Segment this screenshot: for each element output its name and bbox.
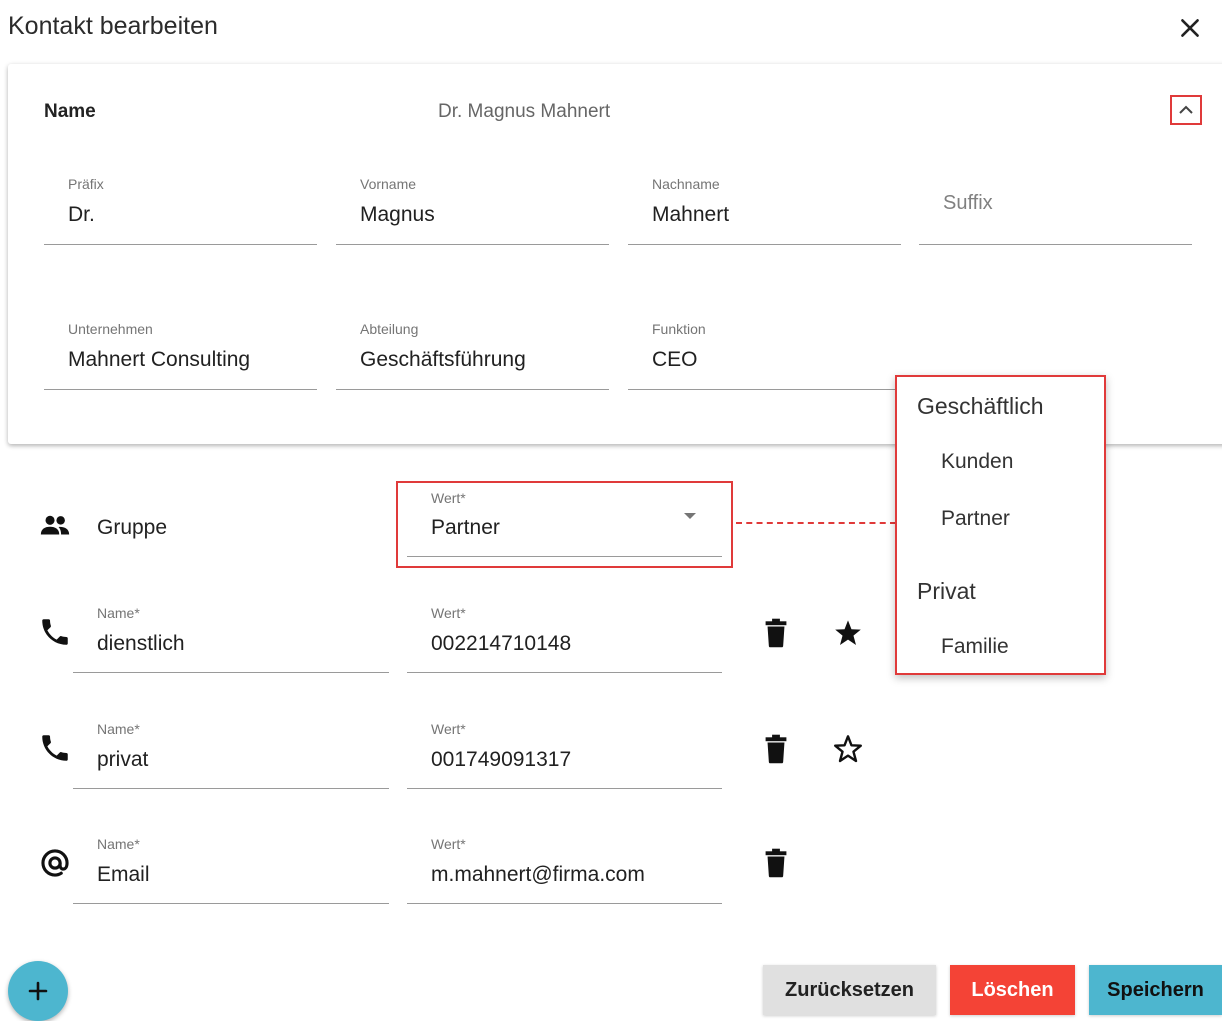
contact-name-value: dienstlich xyxy=(97,632,185,655)
first-name-field[interactable]: Vorname Magnus xyxy=(336,170,609,245)
menu-item-partner[interactable]: Partner xyxy=(941,507,1010,531)
connector-line xyxy=(736,522,896,524)
contact-value-field[interactable]: Wert* 002214710148 xyxy=(407,598,722,673)
close-icon xyxy=(1181,19,1199,37)
star-outline-icon[interactable] xyxy=(832,733,864,765)
phone-icon xyxy=(42,735,68,761)
contact-name-value: Email xyxy=(97,863,150,886)
delete-icon[interactable] xyxy=(763,617,789,649)
company-field[interactable]: Unternehmen Mahnert Consulting xyxy=(44,315,317,390)
menu-group-header: Geschäftlich xyxy=(917,393,1044,419)
suffix-placeholder: Suffix xyxy=(943,192,993,214)
department-value: Geschäftsführung xyxy=(360,348,526,371)
contact-value-label: Wert* xyxy=(431,836,466,852)
menu-item-familie[interactable]: Familie xyxy=(941,635,1009,659)
contact-name-label: Name* xyxy=(97,605,140,621)
group-dropdown-menu: Geschäftlich Kunden Partner Privat Famil… xyxy=(895,375,1106,675)
contact-value-label: Wert* xyxy=(431,605,466,621)
contact-value: 002214710148 xyxy=(431,632,572,655)
prefix-label: Präfix xyxy=(68,176,104,192)
contact-name-field[interactable]: Name* dienstlich xyxy=(73,598,389,673)
contact-name-field[interactable]: Name* Email xyxy=(73,829,389,904)
plus-icon xyxy=(28,981,48,1001)
menu-group-header: Privat xyxy=(917,578,976,604)
dialog-title: Kontakt bearbeiten xyxy=(8,12,218,40)
star-filled-icon[interactable] xyxy=(832,617,864,649)
at-icon xyxy=(41,849,69,877)
contact-name-label: Name* xyxy=(97,721,140,737)
last-name-label: Nachname xyxy=(652,176,720,192)
close-button[interactable] xyxy=(1170,10,1210,46)
contact-value: 001749091317 xyxy=(431,748,572,771)
suffix-field[interactable]: Suffix xyxy=(919,170,1192,245)
contact-name-value: privat xyxy=(97,748,149,771)
contact-name-label: Name* xyxy=(97,836,140,852)
function-value: CEO xyxy=(652,348,698,371)
contact-value-label: Wert* xyxy=(431,721,466,737)
last-name-value: Mahnert xyxy=(652,203,730,226)
save-button[interactable]: Speichern xyxy=(1089,965,1222,1015)
contact-value-field[interactable]: Wert* m.mahnert@firma.com xyxy=(407,829,722,904)
company-label: Unternehmen xyxy=(68,321,153,337)
contact-name-field[interactable]: Name* privat xyxy=(73,714,389,789)
first-name-value: Magnus xyxy=(360,203,435,226)
company-value: Mahnert Consulting xyxy=(68,348,251,371)
delete-icon[interactable] xyxy=(763,847,789,879)
last-name-field[interactable]: Nachname Mahnert xyxy=(628,170,901,245)
function-label: Funktion xyxy=(652,321,706,337)
group-select-highlight xyxy=(396,481,733,568)
reset-button[interactable]: Zurücksetzen xyxy=(763,965,936,1015)
name-summary: Dr. Magnus Mahnert xyxy=(438,101,611,122)
contact-value-field[interactable]: Wert* 001749091317 xyxy=(407,714,722,789)
chevron-up-icon xyxy=(1179,105,1193,114)
add-entry-button[interactable] xyxy=(8,961,68,1021)
delete-icon[interactable] xyxy=(763,733,789,765)
prefix-field[interactable]: Präfix Dr. xyxy=(44,170,317,245)
department-field[interactable]: Abteilung Geschäftsführung xyxy=(336,315,609,390)
menu-item-kunden[interactable]: Kunden xyxy=(941,450,1013,474)
name-section-label: Name xyxy=(44,101,96,122)
contact-value: m.mahnert@firma.com xyxy=(431,863,645,886)
phone-icon xyxy=(42,619,68,645)
department-label: Abteilung xyxy=(360,321,419,337)
function-field[interactable]: Funktion CEO xyxy=(628,315,901,390)
group-icon xyxy=(40,515,70,535)
collapse-button[interactable] xyxy=(1170,95,1202,125)
first-name-label: Vorname xyxy=(360,176,417,192)
group-label: Gruppe xyxy=(97,516,168,539)
prefix-value: Dr. xyxy=(68,203,95,226)
delete-button[interactable]: Löschen xyxy=(950,965,1075,1015)
